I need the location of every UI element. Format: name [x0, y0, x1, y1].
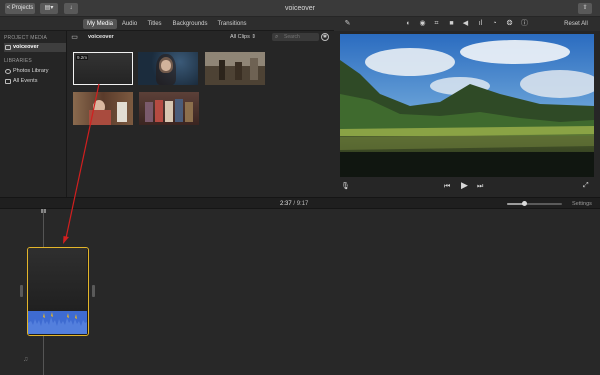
libraries-sidebar: PROJECT MEDIA voiceover LIBRARIES Photos…	[0, 31, 67, 197]
tab-titles[interactable]: Titles	[144, 19, 165, 29]
title-bar: < Projects ▤▾ ↓ voiceover ⇧	[0, 0, 600, 17]
tab-audio[interactable]: Audio	[119, 19, 140, 29]
clip-left-trim-handle[interactable]	[20, 285, 23, 297]
search-input[interactable]	[272, 33, 319, 41]
browser-event-name: voiceover	[88, 34, 114, 40]
info-icon[interactable]: ⓘ	[520, 19, 529, 28]
tab-backgrounds[interactable]: Backgrounds	[170, 19, 210, 29]
imovie-window: < Projects ▤▾ ↓ voiceover ⇧ My Media Aud…	[0, 0, 600, 375]
sidebar-item-photos-library[interactable]: Photos Library	[4, 67, 66, 76]
clip-thumbnail[interactable]	[205, 52, 265, 85]
sidebar-item-all-events[interactable]: All Events	[4, 77, 66, 86]
play-button[interactable]: ▶︎	[461, 181, 468, 190]
stabilization-icon[interactable]: ■	[447, 19, 456, 28]
tab-transitions[interactable]: Transitions	[214, 19, 250, 29]
volume-icon[interactable]: ◀	[461, 19, 470, 28]
events-icon	[5, 79, 11, 84]
libraries-heading: LIBRARIES	[4, 58, 32, 64]
clip-thumbnail[interactable]	[138, 52, 198, 85]
timeline-header: 2:37 / 9:17 Settings	[0, 197, 600, 209]
microphone-icon[interactable]: 🎙︎	[341, 182, 350, 191]
media-browser: ▭ voiceover All Clips ⇕ ⌕ ✱ 9.2m	[67, 31, 334, 197]
music-note-icon: ♫	[23, 356, 29, 363]
landscape-frame	[340, 34, 594, 177]
sidebar-item-label: voiceover	[13, 44, 39, 50]
total-time: 9:17	[296, 201, 309, 207]
timeline-clip[interactable]	[27, 247, 89, 336]
clip-filter-label: All Clips	[230, 34, 250, 40]
filter-icon[interactable]: ❂	[505, 19, 514, 28]
skip-back-button[interactable]: ⏮︎	[444, 182, 450, 191]
sidebar-item-label: All Events	[13, 78, 38, 84]
share-button[interactable]: ⇧	[578, 3, 592, 14]
fullscreen-icon[interactable]: ⤢	[583, 181, 589, 190]
color-balance-icon[interactable]: ◐	[404, 19, 413, 28]
noise-reduction-icon[interactable]: ıl	[476, 19, 485, 28]
clip-thumbnail[interactable]	[73, 92, 133, 125]
video-preview[interactable]	[340, 34, 594, 177]
clip-filter-select[interactable]: All Clips ⇕	[230, 32, 256, 42]
sidebar-toggle-icon[interactable]: ▭	[70, 33, 79, 42]
adjustments-toolbar: ✎ ◐ ◉ ⌗ ■ ◀ ıl ◔ ❂ ⓘ Reset All	[334, 17, 600, 31]
tab-my-media[interactable]: My Media	[83, 19, 117, 29]
zoom-slider[interactable]	[507, 201, 562, 206]
clip-right-trim-handle[interactable]	[92, 285, 95, 297]
viewer-panel: 🎙︎ ⏮︎ ▶︎ ⏭︎ ⤢	[334, 31, 600, 197]
speed-icon[interactable]: ◔	[490, 19, 499, 28]
project-media-heading: PROJECT MEDIA	[4, 35, 48, 41]
crop-icon[interactable]: ⌗	[432, 19, 441, 28]
gear-icon[interactable]: ✱	[321, 33, 329, 41]
clip-video-track	[28, 248, 87, 311]
search-icon: ⌕	[275, 34, 279, 40]
current-time: 2:37	[280, 201, 292, 207]
zoom-slider-knob[interactable]	[521, 201, 527, 206]
clip-duration-badge: 9.2m	[76, 55, 89, 60]
skip-forward-button[interactable]: ⏭︎	[477, 182, 483, 191]
clip-thumbnail[interactable]: 9.2m	[73, 52, 133, 85]
sidebar-item-label: Photos Library	[13, 68, 49, 74]
timeline[interactable]: ♫	[0, 209, 600, 375]
color-correction-icon[interactable]: ◉	[418, 19, 427, 28]
project-icon	[5, 45, 11, 50]
photos-icon	[5, 69, 11, 74]
clip-audio-waveform	[28, 311, 87, 334]
clip-thumbnail[interactable]	[139, 92, 199, 125]
browser-header: ▭ voiceover All Clips ⇕ ⌕ ✱	[67, 31, 334, 43]
sidebar-item-voiceover[interactable]: voiceover	[4, 43, 66, 52]
reset-all-button[interactable]: Reset All	[562, 19, 590, 29]
magic-wand-icon[interactable]: ✎	[343, 19, 352, 28]
chevron-updown-icon: ⇕	[251, 34, 257, 40]
window-title: voiceover	[285, 5, 315, 12]
waveform-graphic	[28, 312, 87, 334]
share-icon: ⇧	[582, 5, 588, 11]
